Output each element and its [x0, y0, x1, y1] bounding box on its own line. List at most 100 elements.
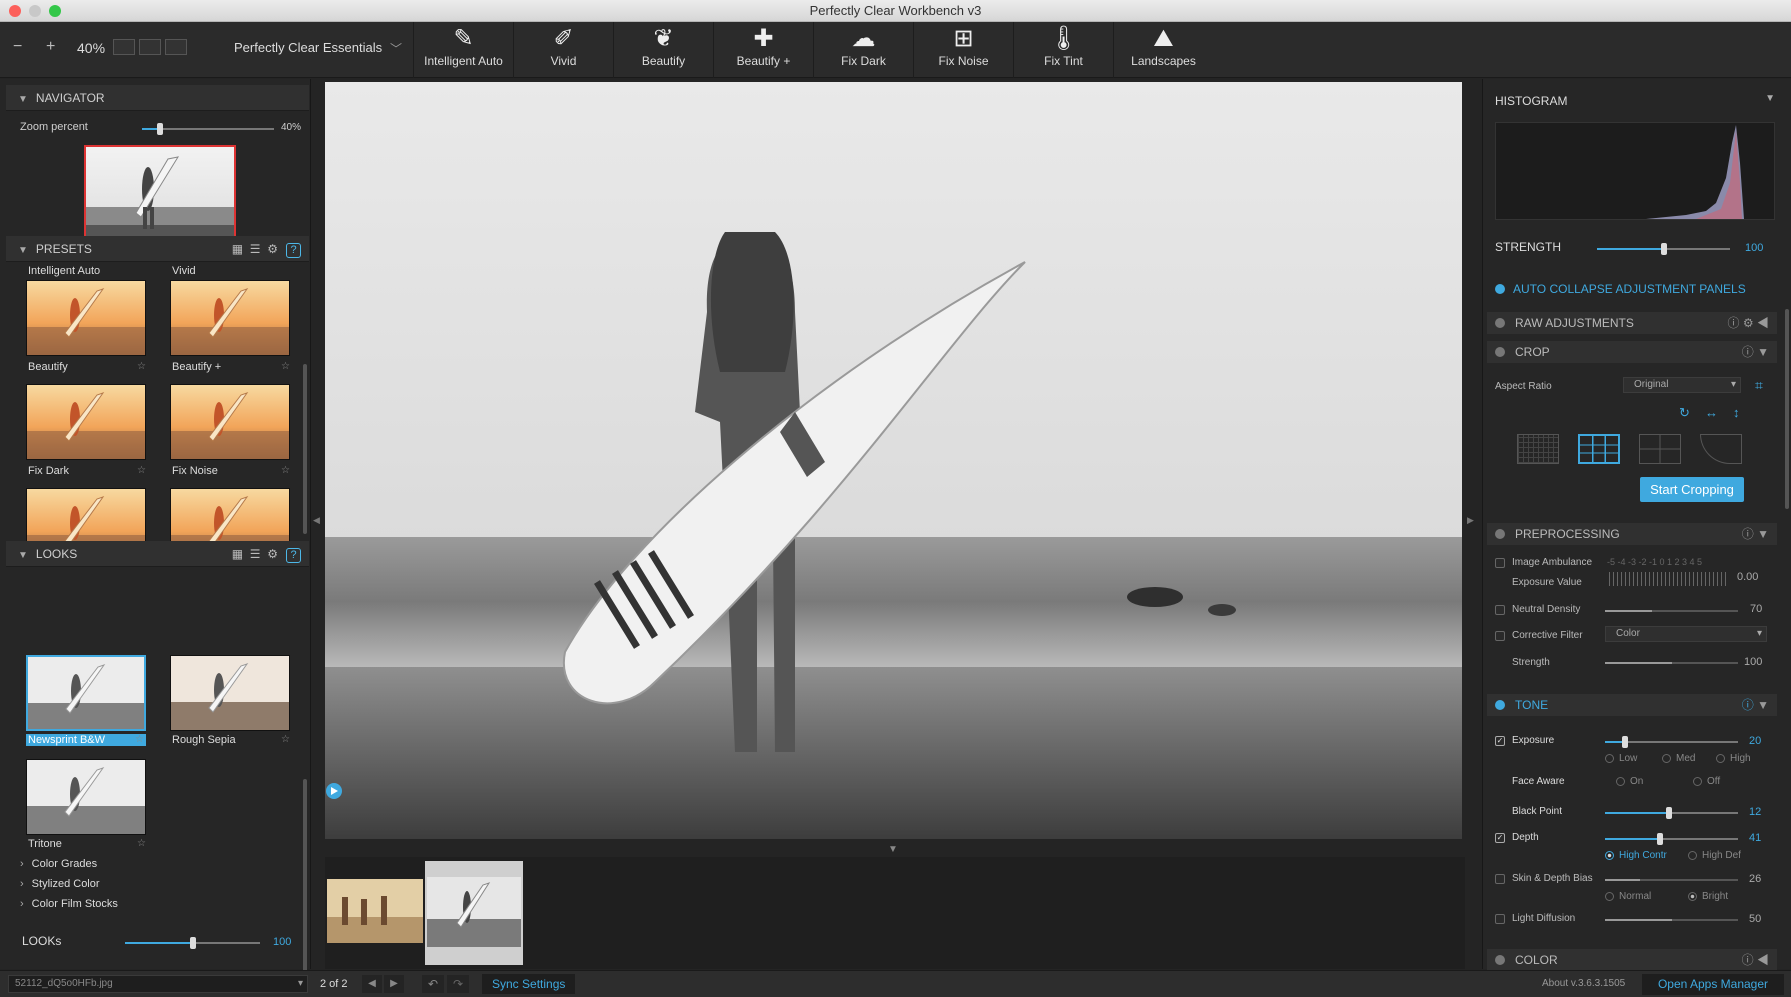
toolbar-button[interactable]: 🌡 Fix Tint	[1013, 22, 1113, 78]
skin-depth-bias-checkbox[interactable]	[1495, 874, 1505, 884]
neutral-density-checkbox[interactable]	[1495, 605, 1505, 615]
exposure-value-dial[interactable]	[1609, 572, 1729, 586]
look-thumbnail[interactable]	[26, 655, 146, 731]
gear-icon[interactable]: ⚙	[267, 242, 278, 256]
collapse-icon[interactable]: ▼	[1757, 345, 1769, 359]
exposure-slider[interactable]	[1605, 736, 1738, 748]
zoom-in-button[interactable]: +	[46, 38, 55, 56]
panel-toggle[interactable]	[1495, 529, 1505, 539]
grid-overlay-golden-spiral[interactable]	[1700, 434, 1742, 464]
play-slideshow-icon[interactable]	[325, 782, 343, 800]
auto-collapse-label[interactable]: AUTO COLLAPSE ADJUSTMENT PANELS	[1513, 282, 1746, 296]
light-diffusion-slider[interactable]	[1605, 919, 1738, 921]
presets-scrollbar[interactable]	[303, 364, 307, 534]
presets-header[interactable]: ▼ PRESETS ▦ ☰ ⚙?	[6, 236, 309, 262]
chevron-down-icon[interactable]: ﹀	[390, 40, 402, 57]
chevron-right-icon[interactable]: ›	[20, 878, 24, 890]
filmstrip-thumb-selected[interactable]	[425, 861, 523, 965]
neutral-density-slider[interactable]	[1605, 610, 1738, 612]
look-thumbnail[interactable]	[170, 655, 290, 731]
looks-strength-slider[interactable]	[125, 937, 260, 949]
panel-toggle[interactable]	[1495, 347, 1505, 357]
next-image-button[interactable]: ▶	[384, 975, 404, 993]
side-by-side-view-button[interactable]	[165, 39, 187, 55]
help-icon[interactable]: ⓘ	[1742, 345, 1754, 359]
depth-slider[interactable]	[1605, 833, 1738, 845]
preset-thumbnail[interactable]	[26, 280, 146, 356]
list-view-icon[interactable]: ☰	[250, 242, 261, 256]
undo-icon[interactable]: ↶	[422, 975, 444, 993]
crop-header[interactable]: CROP ⓘ ▼	[1487, 341, 1777, 363]
expand-icon[interactable]: ◀	[1757, 316, 1769, 330]
favorite-star-icon[interactable]: ☆	[137, 465, 146, 476]
look-thumbnail[interactable]	[26, 759, 146, 835]
gear-icon[interactable]: ⚙	[267, 547, 278, 561]
split-view-button[interactable]	[139, 39, 161, 55]
toolbar-button[interactable]: ✎ Intelligent Auto	[413, 22, 513, 78]
preset-set-select[interactable]: Perfectly Clear Essentials	[234, 40, 382, 55]
grid-overlay-halves[interactable]	[1639, 434, 1681, 464]
grid-overlay-fine[interactable]	[1517, 434, 1559, 464]
toolbar-button[interactable]: ✐ Vivid	[513, 22, 613, 78]
favorite-star-icon[interactable]: ☆	[281, 734, 290, 745]
looks-header[interactable]: ▼ LOOKS ▦ ☰ ⚙?	[6, 541, 309, 567]
corrective-filter-checkbox[interactable]	[1495, 631, 1505, 641]
chevron-right-icon[interactable]: ›	[20, 898, 24, 910]
about-version[interactable]: About v.3.6.3.1505	[1542, 978, 1625, 989]
right-panel-scrollbar[interactable]	[1785, 309, 1789, 509]
collapse-triangle-icon[interactable]: ▼	[18, 550, 28, 561]
bright-radio[interactable]	[1688, 892, 1697, 901]
looks-group[interactable]: › Color Film Stocks	[20, 898, 118, 910]
rotate-icon[interactable]: ↻	[1679, 405, 1690, 421]
toolbar-button[interactable]: ⊞ Fix Noise	[913, 22, 1013, 78]
gear-icon[interactable]: ⚙	[1743, 316, 1754, 330]
auto-collapse-toggle[interactable]	[1495, 284, 1505, 294]
tone-header[interactable]: TONE ⓘ ▼	[1487, 694, 1777, 716]
exposure-high-radio[interactable]	[1716, 754, 1725, 763]
sync-settings-button[interactable]: Sync Settings	[482, 974, 576, 994]
navigator-preview[interactable]	[84, 145, 236, 243]
preset-thumbnail[interactable]	[170, 280, 290, 356]
toolbar-button[interactable]: ☁ Fix Dark	[813, 22, 913, 78]
close-window-button[interactable]	[9, 5, 21, 17]
favorite-star-icon[interactable]: ☆	[281, 361, 290, 372]
open-apps-manager-button[interactable]: Open Apps Manager	[1642, 974, 1784, 995]
black-point-slider[interactable]	[1605, 807, 1738, 819]
collapse-icon[interactable]: ▼	[1757, 698, 1769, 712]
filter-strength-slider[interactable]	[1605, 662, 1738, 664]
strength-slider[interactable]	[1597, 243, 1730, 255]
help-icon[interactable]: ?	[286, 548, 301, 563]
exposure-low-radio[interactable]	[1605, 754, 1614, 763]
preset-thumbnail[interactable]	[170, 384, 290, 460]
toolbar-button[interactable]: ⛰ Landscapes	[1113, 22, 1213, 78]
help-icon[interactable]: ⓘ	[1742, 527, 1754, 541]
help-icon[interactable]: ⓘ	[1742, 698, 1754, 712]
favorite-star-icon[interactable]: ☆	[137, 361, 146, 372]
collapse-triangle-icon[interactable]: ▼	[18, 94, 28, 105]
flip-vertical-icon[interactable]: ↕	[1733, 405, 1740, 420]
face-aware-on-radio[interactable]	[1616, 777, 1625, 786]
file-name-field[interactable]: 52112_dQ5o0HFb.jpg ▾	[8, 975, 308, 993]
redo-icon[interactable]: ↷	[447, 975, 469, 993]
high-contrast-radio[interactable]	[1605, 851, 1614, 860]
favorite-star-icon[interactable]: ☆	[137, 838, 146, 849]
help-icon[interactable]: ⓘ	[1742, 953, 1754, 967]
looks-scrollbar[interactable]	[303, 779, 307, 994]
collapse-right-panel-icon[interactable]: ▶	[1467, 515, 1474, 526]
panel-toggle[interactable]	[1495, 700, 1505, 710]
zoom-window-button[interactable]	[49, 5, 61, 17]
light-diffusion-checkbox[interactable]	[1495, 914, 1505, 924]
color-header[interactable]: COLOR ⓘ ◀	[1487, 949, 1777, 971]
single-view-button[interactable]	[113, 39, 135, 55]
list-view-icon[interactable]: ☰	[250, 547, 261, 561]
grid-view-icon[interactable]: ▦	[232, 242, 243, 256]
preset-thumbnail[interactable]	[26, 384, 146, 460]
zoom-out-button[interactable]: −	[13, 38, 22, 56]
filmstrip-thumb[interactable]	[327, 879, 423, 943]
collapse-left-panel-icon[interactable]: ◀	[313, 515, 320, 526]
zoom-percent-slider[interactable]	[142, 123, 274, 135]
histogram-menu-icon[interactable]: ▼	[1765, 93, 1775, 104]
image-canvas[interactable]	[325, 82, 1462, 839]
help-icon[interactable]: ⓘ	[1728, 316, 1740, 330]
grid-view-icon[interactable]: ▦	[232, 547, 243, 561]
